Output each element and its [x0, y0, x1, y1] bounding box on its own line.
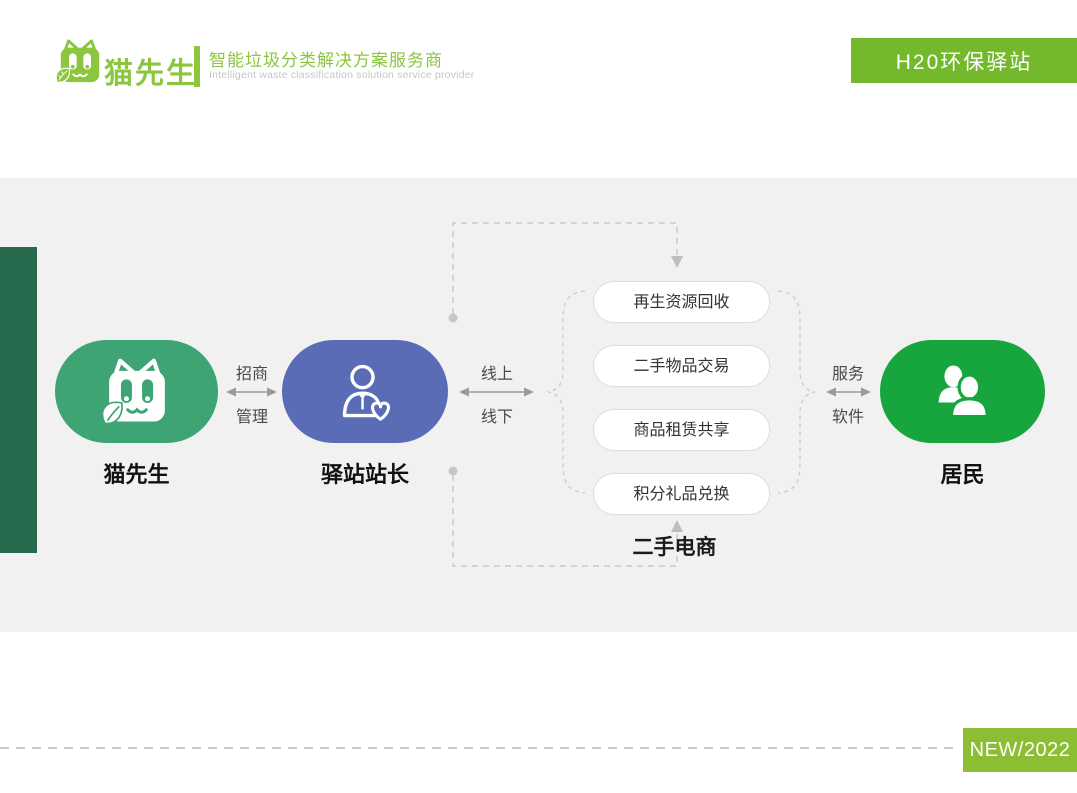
node-maoxiansheng: [55, 340, 218, 443]
cat-logo-icon: [56, 38, 104, 86]
brand-tagline-en: Intelligent waste classification solutio…: [209, 69, 474, 81]
service-box-secondhand-trade: 二手物品交易: [593, 345, 770, 387]
service-box-recycling: 再生资源回收: [593, 281, 770, 323]
left-accent-bar: [0, 247, 37, 553]
link1-top-label: 招商: [220, 360, 284, 384]
node-label-maoxiansheng: 猫先生: [55, 457, 218, 489]
service-box-rental-sharing: 商品租赁共享: [593, 409, 770, 451]
station-master-icon: [334, 361, 396, 423]
node-label-station-master: 驿站站长: [282, 457, 448, 489]
brand-divider: [194, 46, 200, 87]
residents-icon: [931, 361, 995, 423]
brand-tagline-zh: 智能垃圾分类解决方案服务商: [209, 46, 443, 71]
node-label-residents: 居民: [880, 457, 1045, 489]
link3-bottom-label: 软件: [816, 403, 880, 427]
node-station-master: [282, 340, 448, 443]
link2-top-label: 线上: [465, 360, 529, 384]
slide: 猫先生 智能垃圾分类解决方案服务商 Intelligent waste clas…: [0, 0, 1077, 793]
brand-name: 猫先生: [104, 50, 197, 92]
link2-bottom-label: 线下: [465, 403, 529, 427]
services-group-label: 二手电商: [586, 531, 763, 561]
node-residents: [880, 340, 1045, 443]
footer-badge: NEW/2022: [963, 728, 1077, 772]
link3-top-label: 服务: [816, 360, 880, 384]
cat-icon: [94, 354, 180, 430]
header-badge: H20环保驿站: [851, 38, 1077, 83]
service-box-points-redeem: 积分礼品兑换: [593, 473, 770, 515]
link1-bottom-label: 管理: [220, 403, 284, 427]
